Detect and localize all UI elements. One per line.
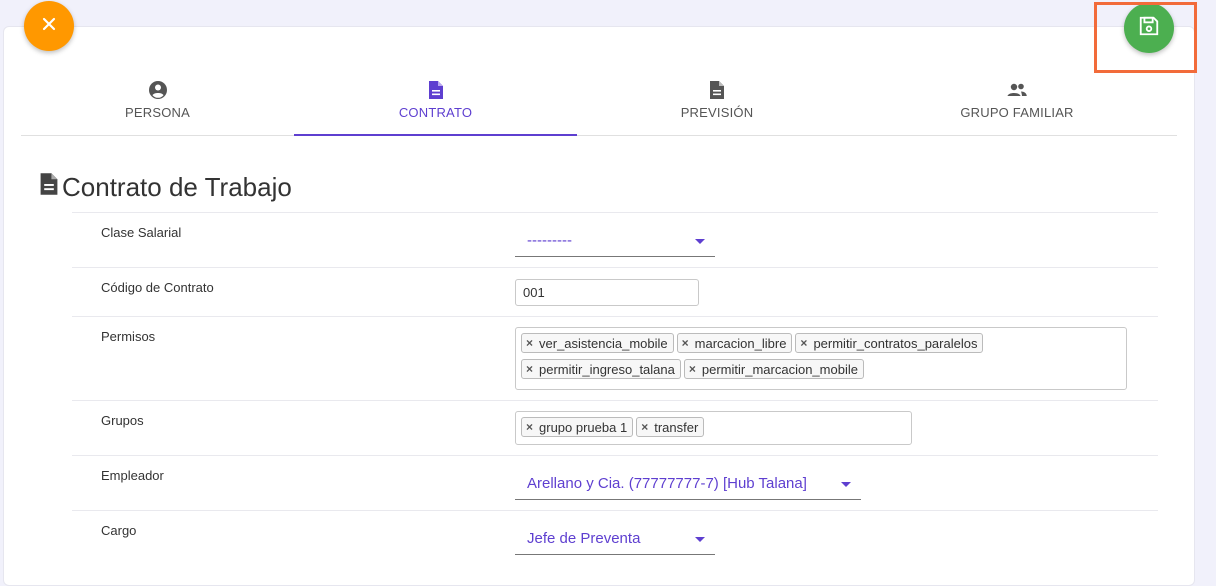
codigo-contrato-value: 001 bbox=[523, 285, 545, 300]
row-grupos: Grupos × grupo prueba 1 × transfer bbox=[72, 400, 1158, 456]
clase-salarial-label: Clase Salarial bbox=[101, 225, 182, 240]
save-button[interactable] bbox=[1124, 3, 1174, 53]
tag-label: permitir_contratos_paralelos bbox=[813, 335, 978, 351]
section-title-text: Contrato de Trabajo bbox=[62, 172, 292, 202]
chevron-down-icon bbox=[695, 238, 705, 244]
row-empleador: Empleador Arellano y Cia. (77777777-7) [… bbox=[72, 455, 1158, 511]
grupo-tag: × grupo prueba 1 bbox=[521, 417, 634, 437]
codigo-contrato-label: Código de Contrato bbox=[101, 280, 214, 295]
tab-persona[interactable]: PERSONA bbox=[21, 78, 294, 135]
cargo-value: Jefe de Preventa bbox=[527, 530, 641, 547]
tab-label: CONTRATO bbox=[398, 105, 473, 120]
tab-label: PERSONA bbox=[125, 105, 190, 120]
permisos-multiselect[interactable]: × ver_asistencia_mobile × marcacion_libre × p… bbox=[515, 327, 1127, 390]
chevron-down-icon bbox=[695, 536, 705, 542]
tag-label: marcacion_libre bbox=[694, 335, 787, 351]
tab-label: GRUPO FAMILIAR bbox=[960, 105, 1074, 120]
row-codigo-contrato: Código de Contrato 001 bbox=[72, 267, 1158, 317]
document-icon bbox=[709, 80, 725, 100]
tag-label: permitir_ingreso_talana bbox=[539, 361, 675, 377]
permiso-tag: × permitir_contratos_paralelos bbox=[795, 333, 984, 353]
permiso-tag: × permitir_marcacion_mobile bbox=[683, 359, 864, 379]
tab-label: PREVISIÓN bbox=[680, 105, 754, 120]
remove-tag-icon[interactable]: × bbox=[682, 336, 689, 350]
clase-salarial-select[interactable]: --------- bbox=[515, 225, 715, 257]
document-icon bbox=[39, 172, 62, 203]
close-button[interactable] bbox=[24, 1, 74, 51]
tab-grupo-familiar[interactable]: GRUPO FAMILIAR bbox=[857, 78, 1177, 135]
chevron-down-icon bbox=[841, 481, 851, 487]
tag-label: grupo prueba 1 bbox=[539, 419, 628, 435]
account-circle-icon bbox=[148, 80, 168, 100]
permiso-tag: × ver_asistencia_mobile bbox=[521, 333, 674, 353]
row-permisos: Permisos × ver_asistencia_mobile × marcacio… bbox=[72, 316, 1158, 401]
remove-tag-icon[interactable]: × bbox=[689, 362, 696, 376]
row-cargo: Cargo Jefe de Preventa bbox=[72, 510, 1158, 564]
tab-bar: PERSONA CONTRATO PREVISIÓN GRUPO FAMILIA… bbox=[21, 78, 1177, 136]
clase-salarial-value: --------- bbox=[527, 232, 572, 249]
people-icon bbox=[1006, 80, 1028, 100]
permiso-tag: × marcacion_libre bbox=[676, 333, 793, 353]
grupos-label: Grupos bbox=[101, 413, 144, 428]
grupos-multiselect[interactable]: × grupo prueba 1 × transfer bbox=[515, 411, 912, 445]
section-title: Contrato de Trabajo bbox=[39, 172, 292, 203]
tab-prevision[interactable]: PREVISIÓN bbox=[577, 78, 857, 135]
close-icon bbox=[41, 16, 57, 37]
codigo-contrato-input[interactable]: 001 bbox=[515, 279, 699, 306]
tag-label: ver_asistencia_mobile bbox=[539, 335, 668, 351]
remove-tag-icon[interactable]: × bbox=[526, 420, 533, 434]
document-icon bbox=[428, 80, 444, 100]
permiso-tag: × permitir_ingreso_talana bbox=[521, 359, 681, 379]
empleador-value: Arellano y Cia. (77777777-7) [Hub Talana… bbox=[527, 475, 807, 492]
remove-tag-icon[interactable]: × bbox=[800, 336, 807, 350]
empleador-select[interactable]: Arellano y Cia. (77777777-7) [Hub Talana… bbox=[515, 468, 861, 500]
tag-label: transfer bbox=[654, 419, 699, 435]
floppy-disk-icon bbox=[1138, 15, 1160, 42]
remove-tag-icon[interactable]: × bbox=[641, 420, 648, 434]
empleador-label: Empleador bbox=[101, 468, 164, 483]
tag-label: permitir_marcacion_mobile bbox=[701, 361, 858, 377]
row-clase-salarial: Clase Salarial --------- bbox=[72, 212, 1158, 268]
permisos-label: Permisos bbox=[101, 329, 156, 344]
grupo-tag: × transfer bbox=[636, 417, 705, 437]
cargo-select[interactable]: Jefe de Preventa bbox=[515, 523, 715, 555]
remove-tag-icon[interactable]: × bbox=[526, 362, 533, 376]
cargo-label: Cargo bbox=[101, 523, 137, 538]
remove-tag-icon[interactable]: × bbox=[526, 336, 533, 350]
tab-contrato[interactable]: CONTRATO bbox=[294, 78, 577, 136]
